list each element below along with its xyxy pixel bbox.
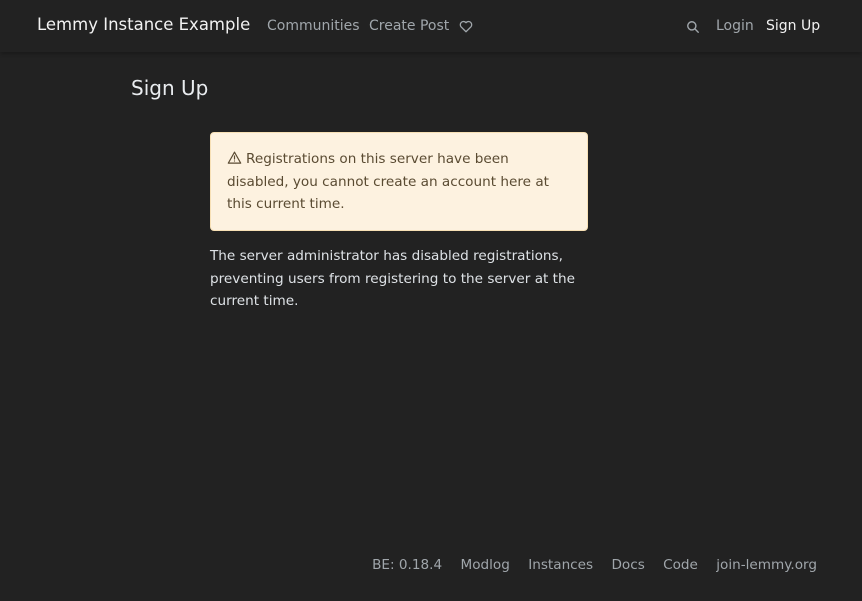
footer-link-modlog[interactable]: Modlog — [460, 557, 509, 573]
footer-link-docs[interactable]: Docs — [611, 557, 644, 573]
nav-sign-up-link[interactable]: Sign Up — [766, 18, 820, 34]
alert-text: Registrations on this server have been d… — [227, 151, 549, 212]
page-title: Sign Up — [131, 76, 209, 100]
search-icon[interactable] — [686, 20, 700, 34]
brand-link[interactable]: Lemmy Instance Example — [37, 15, 250, 34]
footer-version: BE: 0.18.4 — [372, 557, 443, 573]
footer-link-instances[interactable]: Instances — [528, 557, 593, 573]
nav-login-link[interactable]: Login — [716, 18, 754, 34]
nav-communities-link[interactable]: Communities — [267, 18, 360, 34]
footer: BE: 0.18.4 Modlog Instances Docs Code jo… — [372, 557, 817, 573]
footer-link-join-lemmy[interactable]: join-lemmy.org — [716, 557, 817, 573]
heart-icon[interactable] — [459, 20, 473, 33]
navbar: Lemmy Instance Example Communities Creat… — [0, 0, 862, 52]
registrations-disabled-alert: Registrations on this server have been d… — [210, 132, 588, 231]
footer-link-code[interactable]: Code — [663, 557, 698, 573]
registration-info-text: The server administrator has disabled re… — [210, 248, 575, 309]
warning-triangle-icon — [227, 151, 242, 164]
nav-create-post-link[interactable]: Create Post — [369, 18, 449, 34]
